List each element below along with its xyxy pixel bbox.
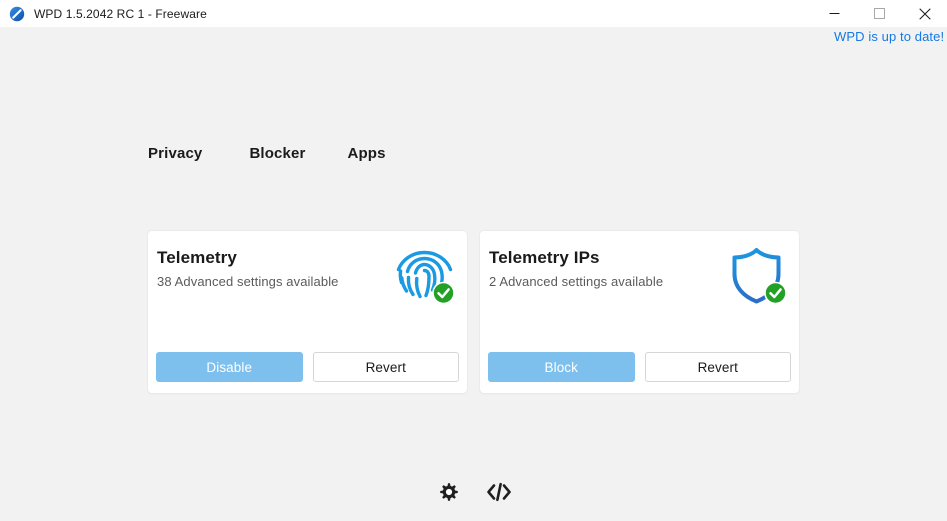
check-circle-icon <box>764 281 787 305</box>
minimize-button[interactable] <box>812 0 857 27</box>
tab-privacy[interactable]: Privacy <box>148 145 202 162</box>
wpd-application-window: WPD 1.5.2042 RC 1 - Freeware WPD is up t… <box>0 0 947 521</box>
update-status-link[interactable]: WPD is up to date! <box>834 29 944 44</box>
titlebar-left: WPD 1.5.2042 RC 1 - Freeware <box>0 6 812 22</box>
check-circle-icon <box>432 281 455 305</box>
card-telemetry: Telemetry 38 Advanced settings available <box>148 231 467 393</box>
card-actions: Disable Revert <box>156 352 459 382</box>
maximize-button[interactable] <box>857 0 902 27</box>
shield-icon <box>725 243 789 307</box>
gear-icon <box>437 480 461 504</box>
tab-apps[interactable]: Apps <box>348 145 386 162</box>
card-subtitle: 2 Advanced settings available <box>489 274 664 289</box>
close-icon <box>918 7 931 20</box>
card-title: Telemetry IPs <box>489 248 600 267</box>
disable-button[interactable]: Disable <box>156 352 303 382</box>
settings-button[interactable] <box>434 477 464 507</box>
tab-blocker[interactable]: Blocker <box>249 145 305 162</box>
update-banner: WPD is up to date! <box>0 27 947 51</box>
titlebar: WPD 1.5.2042 RC 1 - Freeware <box>0 0 947 27</box>
card-title: Telemetry <box>157 248 237 267</box>
card-list: Telemetry 38 Advanced settings available <box>148 231 799 393</box>
fingerprint-icon <box>393 243 457 307</box>
revert-button[interactable]: Revert <box>644 352 791 382</box>
card-telemetry-ips: Telemetry IPs 2 Advanced settings availa… <box>480 231 799 393</box>
window-title: WPD 1.5.2042 RC 1 - Freeware <box>34 6 207 21</box>
close-button[interactable] <box>902 0 947 27</box>
revert-button[interactable]: Revert <box>312 352 459 382</box>
block-button[interactable]: Block <box>488 352 635 382</box>
tab-bar: Privacy Blocker Apps <box>148 145 386 162</box>
developer-code-button[interactable] <box>484 477 514 507</box>
wpd-block-circle-icon <box>9 6 25 22</box>
card-subtitle: 38 Advanced settings available <box>157 274 339 289</box>
maximize-icon <box>874 8 885 19</box>
minimize-icon <box>829 8 840 19</box>
card-actions: Block Revert <box>488 352 791 382</box>
window-controls <box>812 0 947 27</box>
code-brackets-icon <box>486 481 512 503</box>
footer-toolbar <box>0 477 947 507</box>
